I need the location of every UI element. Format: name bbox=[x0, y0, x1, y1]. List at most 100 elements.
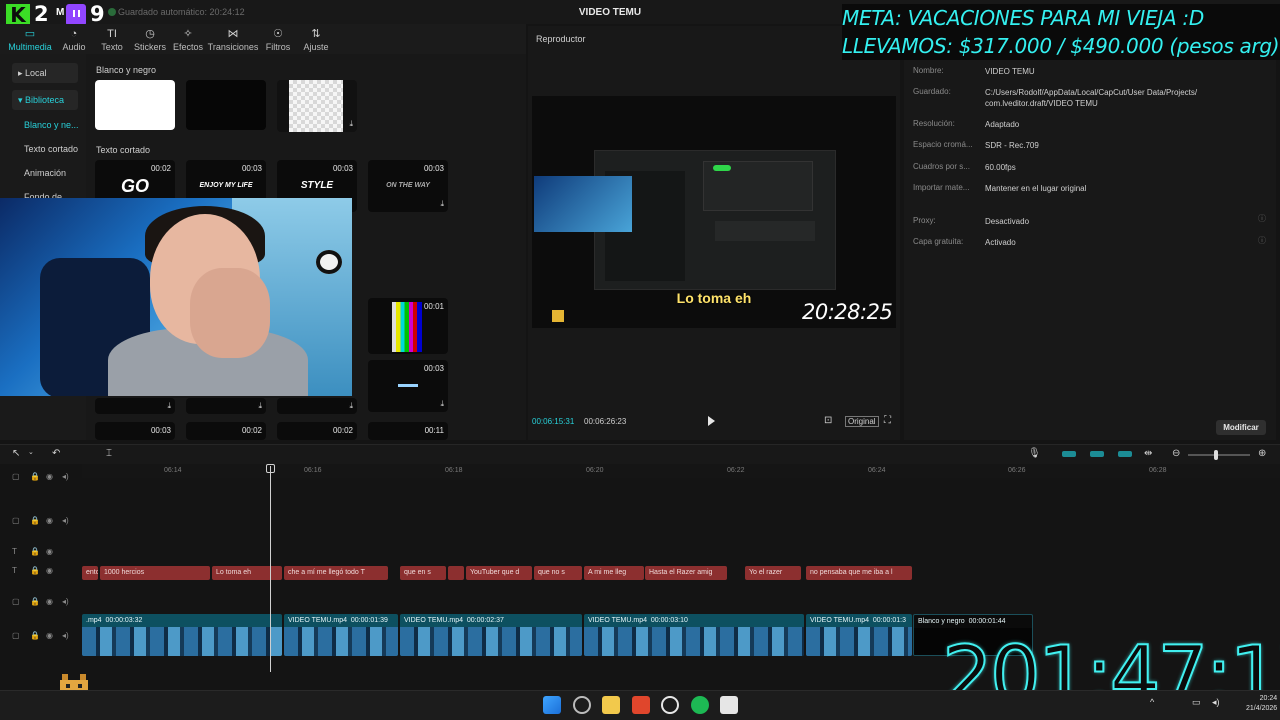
media-tile-r0[interactable]: ⤓ bbox=[95, 398, 175, 414]
sidebar-item-texto-cortado[interactable]: Texto cortado bbox=[18, 139, 84, 159]
ratio-original-button[interactable]: Original bbox=[845, 416, 879, 427]
media-tile-r4[interactable]: 00:11 bbox=[368, 422, 448, 440]
lock-icon[interactable]: 🔒 bbox=[30, 547, 40, 556]
download-icon[interactable]: ⤓ bbox=[349, 401, 353, 411]
magnet-toggle-icon[interactable] bbox=[1090, 451, 1104, 457]
text-clip[interactable]: ento bbox=[82, 566, 98, 580]
media-tile-r1[interactable]: 00:03 bbox=[95, 422, 175, 440]
play-button[interactable] bbox=[708, 416, 715, 426]
tray-chevron-icon[interactable]: ^ bbox=[1150, 697, 1154, 707]
sidebar-item-biblioteca[interactable]: ▾ Biblioteca bbox=[12, 90, 78, 110]
download-icon[interactable]: ⤓ bbox=[440, 199, 444, 209]
text-clip[interactable]: Lo toma eh bbox=[212, 566, 282, 580]
info-icon[interactable]: ⓘ bbox=[1258, 235, 1266, 246]
network-icon[interactable]: ▭ bbox=[1192, 697, 1201, 708]
media-tile-color-bars[interactable]: 00:01 bbox=[368, 298, 448, 354]
fullscreen-icon[interactable]: ⛶ bbox=[884, 415, 891, 426]
playhead[interactable] bbox=[270, 466, 271, 672]
audio-icon[interactable]: ◂) bbox=[62, 597, 69, 606]
tab-efectos[interactable]: ✧ Efectos bbox=[164, 28, 212, 52]
video-clip[interactable]: VIDEO TEMU.mp4 00:00:03:10 bbox=[584, 614, 804, 656]
media-tile-r0c[interactable]: ⤓ bbox=[277, 398, 357, 414]
link-toggle-icon[interactable] bbox=[1062, 451, 1076, 457]
brave-browser-icon[interactable] bbox=[632, 696, 650, 714]
tab-multimedia[interactable]: ▭ Multimedia bbox=[6, 28, 54, 52]
text-clip[interactable]: 1000 hercios bbox=[100, 566, 210, 580]
media-tile-clip2[interactable]: 00:03 ⤓ bbox=[368, 360, 448, 412]
media-tile-r2[interactable]: 00:02 bbox=[186, 422, 266, 440]
detail-label: Nombre: bbox=[913, 66, 944, 75]
zoom-out-icon[interactable]: ⊖ bbox=[1172, 448, 1180, 459]
crop-icon[interactable]: ⊡ bbox=[824, 415, 832, 426]
undo-icon[interactable]: ↶ bbox=[52, 448, 60, 459]
capcut-app-icon[interactable] bbox=[720, 696, 738, 714]
lock-icon[interactable]: 🔒 bbox=[30, 516, 40, 525]
sidebar-item-blanco-negro[interactable]: Blanco y ne... bbox=[18, 115, 84, 135]
video-clip[interactable]: .mp4 00:00:03:32 bbox=[82, 614, 282, 656]
split-icon[interactable]: ⌶ bbox=[106, 448, 112, 459]
eye-icon[interactable]: ◉ bbox=[46, 516, 53, 525]
volume-icon[interactable]: ◂) bbox=[1212, 697, 1220, 708]
media-tile-black[interactable] bbox=[186, 80, 266, 130]
tab-ajuste[interactable]: ⇅ Ajuste bbox=[292, 28, 340, 52]
twitch-logo-icon bbox=[66, 4, 86, 26]
media-tile-r3[interactable]: 00:02 bbox=[277, 422, 357, 440]
download-icon[interactable]: ⤓ bbox=[440, 399, 444, 409]
chrome-icon[interactable] bbox=[573, 696, 591, 714]
windows-start-icon[interactable] bbox=[543, 696, 561, 714]
audio-icon[interactable]: ◂) bbox=[62, 472, 69, 481]
zoom-in-icon[interactable]: ⊕ bbox=[1258, 448, 1266, 459]
media-tile-transparent[interactable]: ⤓ bbox=[277, 80, 357, 132]
spotify-icon[interactable] bbox=[691, 696, 709, 714]
microphone-icon[interactable]: 🎙 bbox=[1028, 448, 1041, 459]
file-explorer-icon[interactable] bbox=[602, 696, 620, 714]
modify-button[interactable]: Modificar bbox=[1216, 420, 1266, 435]
text-clip[interactable]: no pensaba que me iba a l bbox=[806, 566, 912, 580]
video-clip[interactable]: VIDEO TEMU.mp4 00:00:01:39 bbox=[284, 614, 398, 656]
lock-icon[interactable]: 🔒 bbox=[30, 631, 40, 640]
timeline-ruler[interactable] bbox=[82, 464, 1280, 478]
text-clip[interactable]: que no s bbox=[534, 566, 582, 580]
eye-icon[interactable]: ◉ bbox=[46, 566, 53, 575]
audio-icon[interactable]: ◂) bbox=[62, 516, 69, 525]
capcut-icon[interactable] bbox=[661, 696, 679, 714]
lock-icon[interactable]: 🔒 bbox=[30, 472, 40, 481]
detail-value: SDR - Rec.709 bbox=[985, 141, 1039, 150]
info-icon[interactable]: ⓘ bbox=[1258, 213, 1266, 224]
media-tile-white[interactable] bbox=[95, 80, 175, 130]
eye-icon[interactable]: ◉ bbox=[46, 472, 53, 481]
select-tool-icon[interactable]: ↖ bbox=[12, 448, 20, 459]
player-preview[interactable]: Lo toma eh 20:28:25 bbox=[532, 96, 896, 328]
media-tile-r0b[interactable]: ⤓ bbox=[186, 398, 266, 414]
sidebar-item-local[interactable]: ▸ Local bbox=[12, 63, 78, 83]
zoom-slider-handle[interactable] bbox=[1214, 450, 1218, 460]
text-clip[interactable]: que en s bbox=[400, 566, 446, 580]
download-icon[interactable]: ⤓ bbox=[258, 401, 262, 411]
download-icon[interactable]: ⤓ bbox=[167, 401, 171, 411]
chevron-down-icon[interactable]: ⌄ bbox=[28, 448, 34, 456]
align-icon[interactable]: ⇹ bbox=[1144, 448, 1152, 459]
text-clip[interactable]: A mi me lleg bbox=[584, 566, 644, 580]
detail-value: Mantener en el lugar original bbox=[985, 184, 1087, 193]
track-header: T 🔒 ◉ bbox=[0, 566, 82, 580]
eye-icon[interactable]: ◉ bbox=[46, 597, 53, 606]
text-clip[interactable]: Yo el razer bbox=[745, 566, 801, 580]
eye-icon[interactable]: ◉ bbox=[46, 631, 53, 640]
text-clip[interactable]: Hasta el Razer amig bbox=[645, 566, 727, 580]
audio-icon[interactable]: ◂) bbox=[62, 631, 69, 640]
text-clip[interactable]: che a mí me llegó todo T bbox=[284, 566, 388, 580]
video-clip[interactable]: VIDEO TEMU.mp4 00:00:02:37 bbox=[400, 614, 582, 656]
lock-icon[interactable]: 🔒 bbox=[30, 597, 40, 606]
tab-transiciones[interactable]: ⋈ Transiciones bbox=[206, 28, 260, 52]
system-clock[interactable]: 20:24 21/4/2026 bbox=[1246, 694, 1277, 714]
lock-icon[interactable]: 🔒 bbox=[30, 566, 40, 575]
snap-toggle-icon[interactable] bbox=[1118, 451, 1132, 457]
text-clip[interactable] bbox=[448, 566, 464, 580]
zoom-slider[interactable] bbox=[1188, 454, 1250, 456]
eye-icon[interactable]: ◉ bbox=[46, 547, 53, 556]
text-clip[interactable]: YouTuber que d bbox=[466, 566, 532, 580]
download-icon[interactable]: ⤓ bbox=[349, 119, 353, 129]
media-tile-ontheway[interactable]: 00:03 ON THE WAY ⤓ bbox=[368, 160, 448, 212]
sidebar-item-animacion[interactable]: Animación bbox=[18, 163, 84, 183]
video-clip[interactable]: VIDEO TEMU.mp4 00:00:01:3 bbox=[806, 614, 912, 656]
